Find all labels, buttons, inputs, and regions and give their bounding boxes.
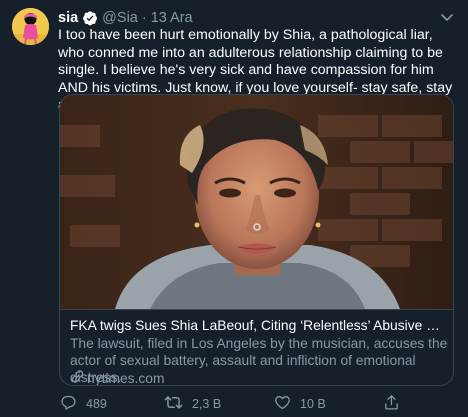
card-domain: nytimes.com: [70, 369, 165, 386]
card-image[interactable]: [60, 95, 453, 309]
verified-badge-icon: [82, 10, 98, 26]
author-handle[interactable]: @Sia: [102, 10, 138, 26]
retweet-button[interactable]: 2,3 B: [164, 395, 221, 413]
share-icon: [383, 394, 409, 414]
retweet-icon: [164, 394, 192, 414]
link-card[interactable]: FKA twigs Sues Shia LaBeouf, Citing ‘Rel…: [59, 94, 454, 386]
reply-button[interactable]: 489: [60, 395, 107, 413]
card-domain-text: nytimes.com: [87, 370, 165, 386]
like-count: 10 B: [300, 397, 326, 411]
separator-dot: ·: [141, 10, 147, 26]
reply-count: 489: [86, 397, 107, 411]
tweet-timestamp[interactable]: 13 Ara: [151, 10, 193, 26]
chevron-down-icon[interactable]: [436, 8, 458, 26]
tweet-header: sia @Sia · 13 Ara: [58, 9, 193, 27]
card-title: FKA twigs Sues Shia LaBeouf, Citing ‘Rel…: [70, 318, 448, 333]
tweet[interactable]: sia @Sia · 13 Ara I too have been hurt e…: [0, 0, 468, 417]
avatar[interactable]: [12, 8, 49, 45]
author-name[interactable]: sia: [58, 10, 78, 26]
like-icon: [274, 394, 300, 414]
share-button[interactable]: [383, 395, 409, 413]
action-bar: 489 2,3 B 10 B: [0, 395, 468, 413]
card-body[interactable]: FKA twigs Sues Shia LaBeouf, Citing ‘Rel…: [60, 309, 453, 386]
link-icon: [70, 369, 87, 385]
retweet-count: 2,3 B: [192, 397, 222, 411]
like-button[interactable]: 10 B: [274, 395, 326, 413]
reply-icon: [60, 394, 86, 414]
